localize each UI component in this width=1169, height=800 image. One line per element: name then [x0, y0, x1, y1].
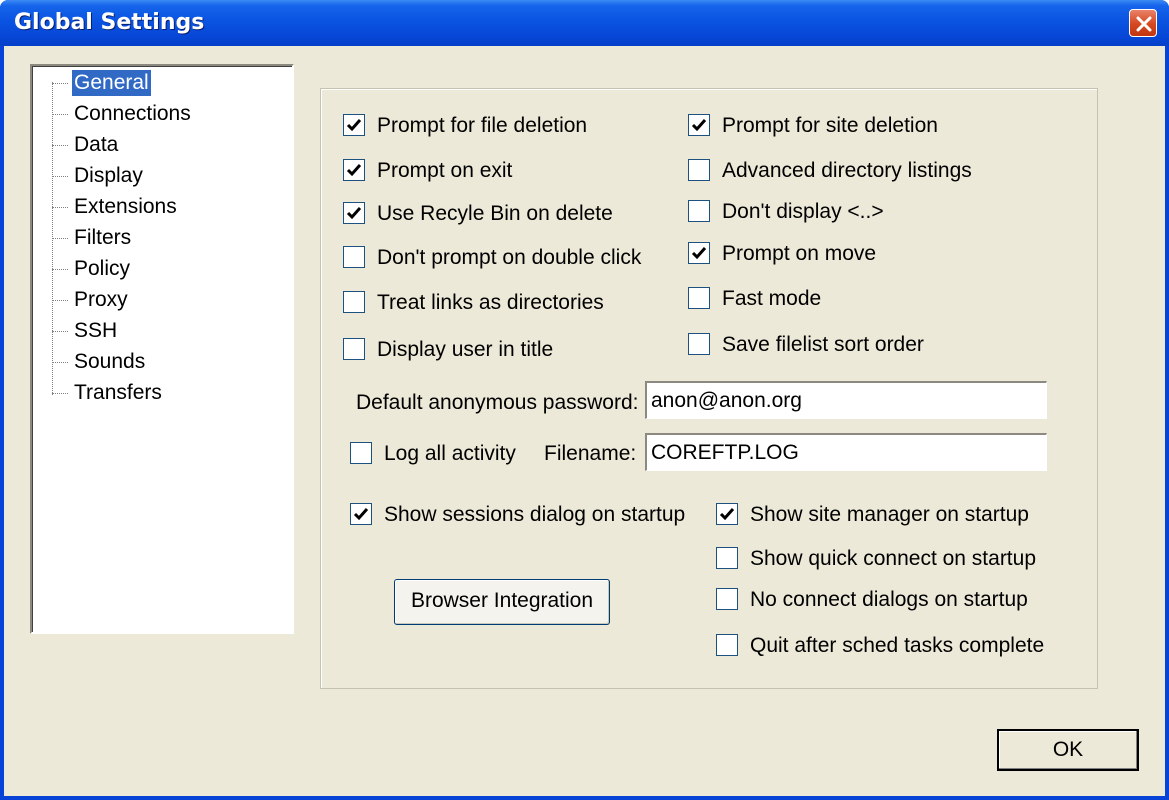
tree-branch-line — [52, 114, 68, 115]
dialog-client-area: General Connections Data Display Extensi… — [4, 46, 1165, 796]
checkbox-label: Prompt on move — [722, 242, 877, 265]
checkbox-box[interactable] — [343, 338, 365, 360]
tree-item-policy[interactable]: Policy — [52, 256, 252, 282]
checkbox-box[interactable] — [716, 503, 738, 525]
tree-item-label: Proxy — [74, 288, 128, 311]
tree-branch-line — [52, 331, 68, 332]
checkbox-box[interactable] — [716, 634, 738, 656]
tree-item-sounds[interactable]: Sounds — [52, 349, 252, 375]
tree-item-label: Extensions — [74, 195, 177, 218]
tree-item-label: Filters — [74, 226, 132, 249]
checkbox-box[interactable] — [716, 547, 738, 569]
tree-branch-line — [52, 176, 68, 177]
tree-branch-line — [52, 83, 68, 84]
checkbox-label: Prompt for file deletion — [377, 114, 588, 137]
tree-item-extensions[interactable]: Extensions — [52, 194, 252, 220]
checkbox-label: Prompt for site deletion — [722, 114, 938, 137]
checkbox-label: Show quick connect on startup — [750, 547, 1037, 570]
tree-item-transfers[interactable]: Transfers — [52, 380, 252, 406]
checkbox-label: Show site manager on startup — [750, 503, 1029, 526]
checkbox-box[interactable] — [343, 246, 365, 268]
checkbox-label: Fast mode — [722, 287, 822, 310]
checkbox-box[interactable] — [688, 242, 710, 264]
checkmark-icon — [346, 207, 362, 220]
global-settings-window: Global Settings General Connections Data… — [0, 0, 1169, 800]
tree-branch-line — [52, 207, 68, 208]
checkbox-box[interactable] — [688, 159, 710, 181]
tree-branch-line — [52, 393, 68, 394]
tree-item-proxy[interactable]: Proxy — [52, 287, 252, 313]
checkbox-box[interactable] — [688, 287, 710, 309]
tree-branch-line — [52, 269, 68, 270]
button-label: OK — [1052, 738, 1084, 761]
tree-item-ssh[interactable]: SSH — [52, 318, 252, 344]
tree-item-label: General — [72, 70, 151, 96]
checkmark-icon — [353, 508, 369, 521]
filename-label: Filename: — [544, 442, 637, 465]
tree-item-label: SSH — [74, 319, 118, 342]
checkbox-label: Show sessions dialog on startup — [384, 503, 686, 526]
checkmark-icon — [691, 119, 707, 132]
checkbox-box[interactable] — [688, 114, 710, 136]
checkbox-box[interactable] — [688, 333, 710, 355]
checkbox-box[interactable] — [350, 442, 372, 464]
tree-branch-line — [52, 238, 68, 239]
checkbox-label: Advanced directory listings — [722, 159, 972, 182]
checkmark-icon — [346, 164, 362, 177]
filename-field[interactable]: COREFTP.LOG — [645, 433, 1047, 471]
checkmark-icon — [691, 247, 707, 260]
tree-item-label: Transfers — [74, 381, 162, 404]
checkbox-label: Use Recyle Bin on delete — [377, 202, 613, 225]
checkbox-label: Quit after sched tasks complete — [750, 634, 1045, 657]
close-button[interactable] — [1129, 9, 1157, 37]
checkbox-box[interactable] — [716, 588, 738, 610]
tree-branch-line — [52, 300, 68, 301]
checkmark-icon — [719, 508, 735, 521]
checkbox-label: Don't display <..> — [722, 200, 884, 223]
tree-item-display[interactable]: Display — [52, 163, 252, 189]
checkbox-box[interactable] — [343, 202, 365, 224]
settings-category-tree[interactable]: General Connections Data Display Extensi… — [30, 64, 294, 634]
tree-item-label: Connections — [74, 102, 191, 125]
checkbox-label: Prompt on exit — [377, 159, 513, 182]
tree-item-label: Display — [74, 164, 143, 187]
tree-branch-line — [52, 145, 68, 146]
checkbox-box[interactable] — [350, 503, 372, 525]
checkbox-box[interactable] — [688, 200, 710, 222]
window-title: Global Settings — [14, 10, 205, 35]
tree-item-label: Data — [74, 133, 119, 156]
close-icon — [1136, 16, 1152, 32]
tree-item-data[interactable]: Data — [52, 132, 252, 158]
checkmark-icon — [346, 119, 362, 132]
anon-password-label: Default anonymous password: — [356, 391, 639, 414]
tree-item-general[interactable]: General — [52, 70, 252, 96]
button-label: Browser Integration — [410, 589, 594, 612]
tree-branch-line — [52, 362, 68, 363]
anon-password-field[interactable]: anon@anon.org — [645, 381, 1047, 419]
title-bar[interactable]: Global Settings — [0, 0, 1169, 46]
checkbox-label: Treat links as directories — [377, 291, 604, 314]
ok-button[interactable]: OK — [997, 729, 1139, 771]
checkbox-label: No connect dialogs on startup — [750, 588, 1028, 611]
checkbox-label: Save filelist sort order — [722, 333, 924, 356]
browser-integration-button[interactable]: Browser Integration — [394, 579, 610, 625]
checkbox-box[interactable] — [343, 159, 365, 181]
checkbox-label: Display user in title — [377, 338, 554, 361]
tree-item-connections[interactable]: Connections — [52, 101, 252, 127]
checkbox-label: Log all activity — [384, 442, 516, 465]
tree-item-label: Sounds — [74, 350, 146, 373]
checkbox-label: Don't prompt on double click — [377, 246, 642, 269]
tree-item-filters[interactable]: Filters — [52, 225, 252, 251]
tree-item-label: Policy — [74, 257, 131, 280]
checkbox-box[interactable] — [343, 114, 365, 136]
checkbox-box[interactable] — [343, 291, 365, 313]
